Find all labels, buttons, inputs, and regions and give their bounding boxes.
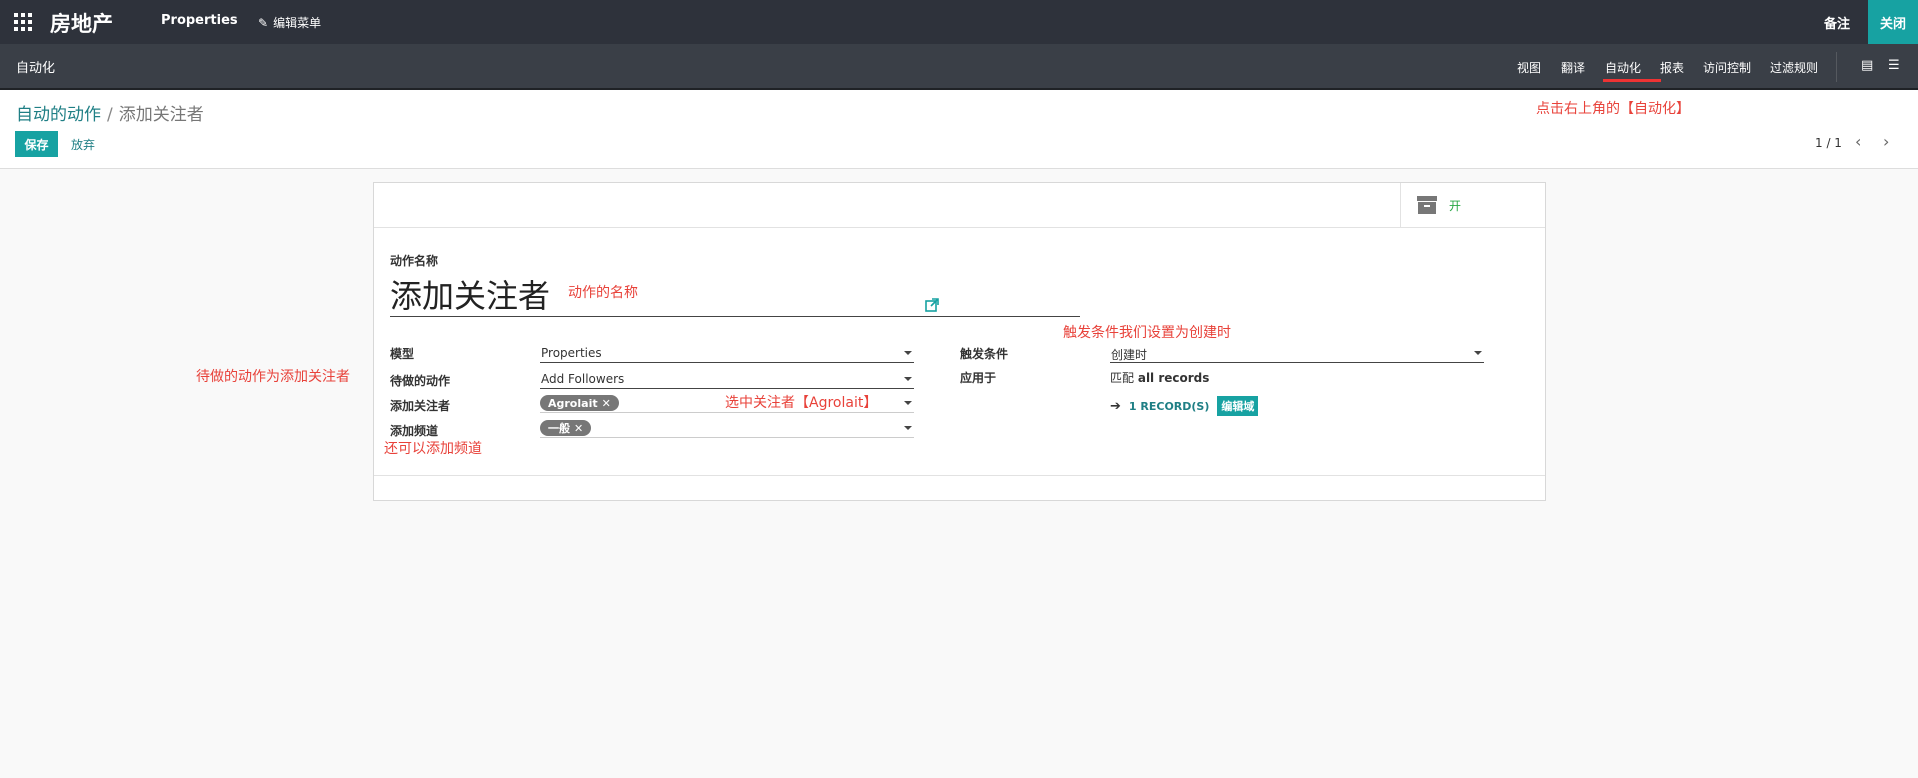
subbar-divider bbox=[1836, 52, 1837, 82]
tab-automation[interactable]: 自动化 bbox=[1602, 59, 1662, 82]
action-todo-select[interactable]: Add Followers bbox=[540, 371, 914, 389]
model-value: Properties bbox=[541, 346, 602, 360]
action-name-input[interactable]: 添加关注者 bbox=[390, 271, 550, 317]
tab-views[interactable]: 视图 bbox=[1517, 59, 1541, 76]
studio-subbar: 自动化 视图 翻译 自动化 报表 访问控制 过滤规则 ▤ ☰ bbox=[0, 44, 1918, 90]
external-link-icon[interactable] bbox=[925, 298, 939, 312]
tab-translate[interactable]: 翻译 bbox=[1561, 59, 1585, 76]
annotation-followers: 选中关注者【Agrolait】 bbox=[725, 395, 878, 411]
top-navbar: 房地产 Properties ✎ 编辑菜单 备注 关闭 bbox=[0, 0, 1918, 44]
tab-filter-rules[interactable]: 过滤规则 bbox=[1770, 59, 1818, 76]
active-toggle-button[interactable]: 开 bbox=[1400, 183, 1545, 227]
edit-menu-link[interactable]: ✎ 编辑菜单 bbox=[258, 14, 321, 31]
model-select[interactable]: Properties bbox=[540, 345, 914, 363]
sheet-footer bbox=[374, 475, 1545, 500]
model-label: 模型 bbox=[390, 347, 415, 361]
edit-menu-label: 编辑菜单 bbox=[273, 16, 322, 30]
breadcrumb: 自动的动作 / 添加关注者 bbox=[16, 100, 204, 125]
pencil-icon: ✎ bbox=[258, 15, 269, 30]
chevron-down-icon bbox=[904, 401, 912, 405]
follower-tag: Agrolait ✕ bbox=[540, 395, 619, 411]
chevron-down-icon bbox=[1474, 351, 1482, 355]
add-channels-label: 添加频道 bbox=[390, 424, 439, 438]
app-brand[interactable]: 房地产 bbox=[50, 8, 113, 38]
action-name-underline bbox=[390, 316, 1080, 317]
domain-prefix: 匹配 bbox=[1110, 371, 1135, 385]
chevron-down-icon bbox=[904, 351, 912, 355]
tab-reports[interactable]: 报表 bbox=[1660, 59, 1684, 76]
annotation-trigger: 触发条件我们设置为创建时 bbox=[1063, 325, 1231, 341]
tab-access-control[interactable]: 访问控制 bbox=[1703, 59, 1751, 76]
close-button[interactable]: 关闭 bbox=[1868, 0, 1918, 44]
channel-tag: 一般 ✕ bbox=[540, 420, 592, 436]
active-toggle-label: 开 bbox=[1449, 198, 1462, 213]
annotation-channels: 还可以添加频道 bbox=[384, 441, 482, 457]
follower-tag-label: Agrolait bbox=[548, 396, 598, 410]
discard-button[interactable]: 放弃 bbox=[71, 136, 95, 153]
add-channels-field[interactable]: 一般 ✕ bbox=[540, 420, 914, 438]
apps-menu-icon[interactable] bbox=[14, 13, 32, 31]
remove-tag-icon[interactable]: ✕ bbox=[602, 397, 611, 410]
breadcrumb-parent[interactable]: 自动的动作 bbox=[16, 105, 101, 125]
trigger-value: 创建时 bbox=[1111, 348, 1148, 362]
remove-tag-icon[interactable]: ✕ bbox=[574, 422, 583, 435]
note-link[interactable]: 备注 bbox=[1824, 13, 1850, 32]
pager-next-icon[interactable]: › bbox=[1883, 132, 1889, 151]
records-link[interactable]: 1 RECORD(S) bbox=[1129, 400, 1209, 413]
sheet-header: 开 bbox=[374, 183, 1545, 228]
form-sheet: 开 动作名称 添加关注者 模型 Properties 待做的动作 Add Fol… bbox=[373, 182, 1546, 501]
list-view-icon[interactable]: ☰ bbox=[1888, 58, 1904, 73]
action-name-label: 动作名称 bbox=[390, 254, 439, 268]
add-followers-label: 添加关注者 bbox=[390, 399, 451, 413]
annotation-top-right: 点击右上角的【自动化】 bbox=[1536, 101, 1690, 117]
apply-on-label: 应用于 bbox=[960, 371, 997, 385]
domain-records-row: ➔ 1 RECORD(S) 编辑域 bbox=[1110, 396, 1259, 416]
pager-value[interactable]: 1 / 1 bbox=[1815, 136, 1842, 150]
menu-properties[interactable]: Properties bbox=[161, 13, 238, 28]
subbar-title: 自动化 bbox=[16, 61, 56, 76]
archive-icon bbox=[1417, 196, 1437, 214]
trigger-label: 触发条件 bbox=[960, 347, 1009, 361]
form-view-icon[interactable]: ▤ bbox=[1861, 58, 1877, 73]
annotation-action: 待做的动作为添加关注者 bbox=[196, 369, 350, 385]
action-todo-value: Add Followers bbox=[541, 372, 625, 386]
chevron-down-icon bbox=[904, 426, 912, 430]
breadcrumb-separator: / bbox=[107, 105, 113, 125]
chevron-down-icon bbox=[904, 377, 912, 381]
edit-domain-button[interactable]: 编辑域 bbox=[1217, 396, 1259, 416]
domain-value: all records bbox=[1137, 371, 1210, 385]
annotation-name: 动作的名称 bbox=[568, 285, 638, 301]
channel-tag-label: 一般 bbox=[548, 422, 570, 435]
domain-summary: 匹配 all records bbox=[1110, 369, 1209, 386]
arrow-right-icon: ➔ bbox=[1110, 398, 1121, 414]
breadcrumb-current: 添加关注者 bbox=[118, 105, 204, 125]
action-todo-label: 待做的动作 bbox=[390, 374, 451, 388]
pager-prev-icon[interactable]: ‹ bbox=[1855, 132, 1861, 151]
trigger-select[interactable]: 创建时 bbox=[1110, 345, 1484, 363]
save-button[interactable]: 保存 bbox=[15, 131, 58, 157]
